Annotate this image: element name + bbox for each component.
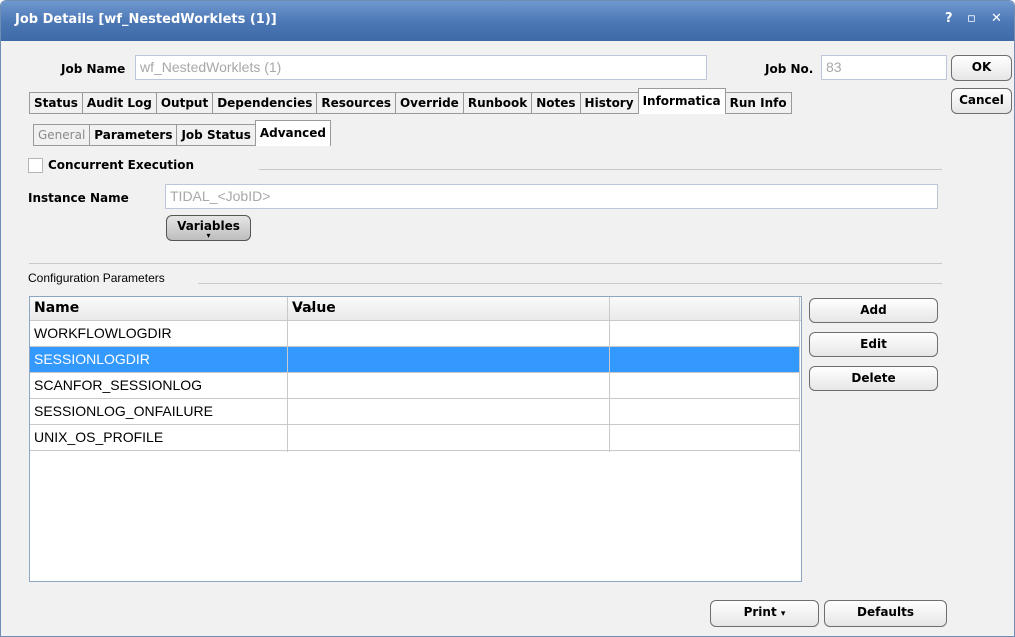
column-divider xyxy=(287,297,288,452)
job-no-field[interactable]: 83 xyxy=(821,55,947,80)
column-header-value[interactable]: Value xyxy=(292,300,336,316)
row-name-cell: SCANFOR_SESSIONLOG xyxy=(34,377,203,393)
maximize-icon[interactable]: ▫ xyxy=(967,11,976,26)
add-button[interactable]: Add xyxy=(809,298,938,323)
title-bar[interactable]: Job Details [wf_NestedWorklets (1)] ? ▫ … xyxy=(1,1,1014,41)
window-title: Job Details [wf_NestedWorklets (1)] xyxy=(15,12,277,27)
variables-button[interactable]: Variables ▾ xyxy=(166,215,251,241)
tab-run-info[interactable]: Run Info xyxy=(724,92,792,114)
tab-resources[interactable]: Resources xyxy=(316,92,396,114)
subtab-general[interactable]: General xyxy=(33,124,91,146)
table-row[interactable]: UNIX_OS_PROFILE xyxy=(30,425,800,451)
tab-history[interactable]: History xyxy=(579,92,639,114)
subtab-parameters[interactable]: Parameters xyxy=(89,124,178,146)
row-name-cell: SESSIONLOGDIR xyxy=(34,351,150,367)
job-no-label: Job No. xyxy=(765,62,814,76)
subtab-advanced[interactable]: Advanced xyxy=(254,120,332,146)
chevron-down-icon: ▾ xyxy=(206,231,211,240)
config-section-label: Configuration Parameters xyxy=(28,271,165,285)
table-row[interactable]: SCANFOR_SESSIONLOG xyxy=(30,373,800,399)
print-button[interactable]: Print ▾ xyxy=(710,600,819,627)
ok-button[interactable]: OK xyxy=(951,55,1012,81)
print-button-label: Print xyxy=(743,605,777,619)
tab-override[interactable]: Override xyxy=(394,92,464,114)
config-divider-top xyxy=(29,263,942,264)
close-icon[interactable]: ✕ xyxy=(991,11,1002,26)
tab-status[interactable]: Status xyxy=(29,92,83,114)
table-row[interactable]: WORKFLOWLOGDIR xyxy=(30,321,800,347)
concurrent-execution-checkbox[interactable] xyxy=(28,158,43,173)
column-header-name[interactable]: Name xyxy=(34,300,79,316)
subtab-job-status[interactable]: Job Status xyxy=(176,124,256,146)
defaults-button[interactable]: Defaults xyxy=(824,600,947,627)
row-name-cell: SESSIONLOG_ONFAILURE xyxy=(34,403,213,419)
instance-name-field[interactable]: TIDAL_<JobID> xyxy=(165,184,938,209)
edit-button[interactable]: Edit xyxy=(809,332,938,357)
cancel-button[interactable]: Cancel xyxy=(951,88,1012,114)
job-name-label: Job Name xyxy=(61,62,126,76)
concurrent-execution-label: Concurrent Execution xyxy=(48,158,195,172)
delete-button[interactable]: Delete xyxy=(809,366,938,391)
tab-informatica[interactable]: Informatica xyxy=(637,88,726,114)
column-divider xyxy=(799,297,800,452)
row-name-cell: WORKFLOWLOGDIR xyxy=(34,325,172,341)
table-row[interactable]: SESSIONLOG_ONFAILURE xyxy=(30,399,800,425)
column-divider xyxy=(609,297,610,452)
main-tab-bar: Status Audit Log Output Dependencies Resourc… xyxy=(29,88,792,114)
chevron-down-icon: ▾ xyxy=(780,609,786,619)
tab-runbook[interactable]: Runbook xyxy=(462,92,533,114)
table-row[interactable]: SESSIONLOGDIR xyxy=(30,347,800,373)
sub-tab-bar: General Parameters Job Status Advanced xyxy=(33,120,332,146)
job-details-window: Job Details [wf_NestedWorklets (1)] ? ▫ … xyxy=(0,0,1015,637)
config-parameters-table[interactable]: Name ⌄ ⌄ Value WORKFLOWLOGDIR SESSIONLOGD… xyxy=(29,296,802,582)
tab-audit-log[interactable]: Audit Log xyxy=(81,92,157,114)
help-icon[interactable]: ? xyxy=(945,11,953,26)
tab-notes[interactable]: Notes xyxy=(531,92,581,114)
tab-dependencies[interactable]: Dependencies xyxy=(212,92,318,114)
job-name-field[interactable]: wf_NestedWorklets (1) xyxy=(135,55,707,80)
row-name-cell: UNIX_OS_PROFILE xyxy=(34,429,164,445)
config-divider xyxy=(198,283,942,284)
table-header: Name ⌄ ⌄ Value xyxy=(30,297,801,321)
tab-output[interactable]: Output xyxy=(155,92,214,114)
section-divider xyxy=(259,169,942,170)
instance-name-label: Instance Name xyxy=(28,191,129,205)
